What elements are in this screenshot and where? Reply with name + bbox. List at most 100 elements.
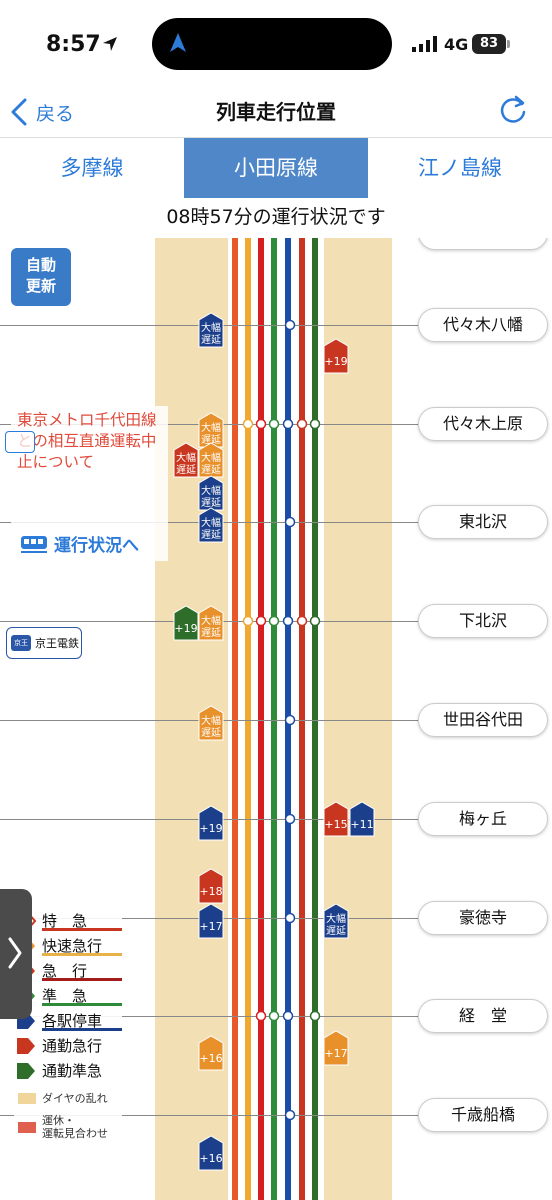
- train-marker-label: 遅延: [201, 497, 221, 509]
- train-marker[interactable]: +18: [198, 868, 224, 904]
- chevron-left-icon: [11, 98, 27, 126]
- train-marker[interactable]: 大幅遅延: [198, 442, 224, 478]
- back-button[interactable]: 戻る: [10, 94, 74, 130]
- train-marker[interactable]: +15: [323, 801, 349, 837]
- train-marker-label: +19: [174, 622, 197, 635]
- train-marker-label: 大幅: [201, 421, 221, 434]
- train-marker-label: 大幅: [201, 516, 221, 529]
- legend-underline: [42, 1028, 122, 1031]
- chevron-right-icon: [8, 937, 22, 969]
- train-marker-label: 大幅: [201, 484, 221, 497]
- status-bar: 8:57 4G 83: [0, 0, 552, 88]
- operation-status-link[interactable]: 運行状況へ: [20, 531, 139, 556]
- tab-odawara-line[interactable]: 小田原線: [184, 138, 368, 198]
- train-marker[interactable]: 大幅遅延: [198, 605, 224, 641]
- train-marker[interactable]: +19: [198, 805, 224, 841]
- keio-logo: 京王: [11, 635, 31, 651]
- battery-tip: [507, 40, 510, 48]
- legend-underline: [42, 1003, 122, 1006]
- train-marker-label: 大幅: [326, 912, 346, 925]
- keio-label: 京王電鉄: [35, 637, 79, 650]
- legend-suspended-label: 運休・ 運転見合わせ: [42, 1114, 108, 1140]
- train-marker[interactable]: 大幅遅延: [198, 705, 224, 741]
- train-icon: [21, 535, 47, 553]
- train-marker-label: +19: [324, 355, 347, 368]
- train-marker-label: 大幅: [201, 451, 221, 464]
- legend-underline: [42, 928, 122, 931]
- train-marker-label: 大幅: [201, 614, 221, 627]
- signal-icon: [412, 36, 437, 52]
- legend-suspended-line-2: 運転見合わせ: [42, 1127, 108, 1140]
- train-marker[interactable]: +17: [198, 903, 224, 939]
- auto-update-label-1: 自動: [25, 256, 56, 274]
- operation-status-text: 08時57分の運行状況です: [166, 206, 386, 228]
- tab-tama-line[interactable]: 多摩線: [0, 138, 184, 198]
- back-label: 戻る: [36, 102, 75, 125]
- legend-underline: [42, 978, 122, 981]
- train-marker-label: 遅延: [201, 627, 221, 639]
- train-marker[interactable]: 大幅遅延: [198, 312, 224, 348]
- train-marker[interactable]: +16: [198, 1135, 224, 1171]
- drawer-toggle[interactable]: [0, 889, 32, 1019]
- line-tabs: 多摩線 小田原線 江ノ島線: [0, 138, 552, 198]
- legend-commuter-express-icon: [17, 1037, 35, 1054]
- train-marker-label: +16: [199, 1052, 222, 1065]
- train-marker[interactable]: 大幅遅延: [198, 412, 224, 448]
- legend-item: ダイヤの乱れ: [14, 1086, 122, 1111]
- legend-underline: [42, 953, 122, 956]
- legend-item: 運休・ 運転見合わせ: [14, 1112, 122, 1142]
- legend-suspended-swatch: [18, 1121, 36, 1133]
- dynamic-island: [152, 18, 392, 70]
- keio-line-button[interactable]: 京王 京王電鉄: [6, 627, 82, 659]
- train-marker-label: +19: [199, 822, 222, 835]
- train-marker-label: 遅延: [176, 464, 196, 476]
- legend-label: 通勤急行: [42, 1037, 103, 1055]
- tab-enoshima-line[interactable]: 江ノ島線: [368, 138, 552, 198]
- train-marker[interactable]: +16: [198, 1035, 224, 1071]
- legend-item: 通勤急行: [14, 1033, 122, 1058]
- legend-disruption-label: ダイヤの乱れ: [42, 1092, 108, 1105]
- refresh-icon[interactable]: [496, 92, 530, 128]
- train-marker-label: +17: [199, 920, 222, 933]
- page-title: 列車走行位置: [216, 100, 336, 124]
- train-marker-label: 大幅: [201, 321, 221, 334]
- train-marker-label: +16: [199, 1152, 222, 1165]
- connecting-line-tag[interactable]: [5, 431, 35, 453]
- train-marker-label: +17: [324, 1047, 347, 1060]
- status-time: 8:57: [46, 32, 101, 57]
- train-marker[interactable]: 大幅遅延: [198, 507, 224, 543]
- train-marker[interactable]: +11: [349, 801, 375, 837]
- auto-update-button[interactable]: 自動 更新: [11, 248, 71, 306]
- battery-icon: 83: [472, 34, 506, 54]
- network-type: 4G: [444, 35, 469, 54]
- train-marker[interactable]: 大幅遅延: [173, 442, 199, 478]
- train-marker-label: 遅延: [201, 464, 221, 476]
- location-arrow-icon: [103, 37, 117, 51]
- train-position-map: 代々木八幡 代々木上原 東北沢 下北沢 世田谷代田 梅ヶ丘 豪徳寺 経 堂 千歳…: [0, 238, 552, 1200]
- legend-suspended-line-1: 運休・: [42, 1114, 75, 1127]
- train-marker-label: 遅延: [326, 925, 346, 937]
- legend-item: 通勤準急: [14, 1058, 122, 1083]
- auto-update-label-2: 更新: [25, 277, 56, 295]
- train-marker[interactable]: +19: [173, 605, 199, 641]
- train-marker-label: 遅延: [201, 334, 221, 346]
- operation-status-link-label: 運行状況へ: [54, 536, 139, 556]
- train-marker-label: +15: [324, 818, 347, 831]
- train-marker[interactable]: 大幅遅延: [323, 903, 349, 939]
- notice-text: 東京メトロ千代田線との相互直通運転中止について: [17, 411, 157, 471]
- train-marker[interactable]: +17: [323, 1030, 349, 1066]
- train-marker-label: 大幅: [201, 714, 221, 727]
- navigation-icon: [170, 33, 186, 52]
- legend-label: 通勤準急: [42, 1062, 103, 1080]
- nav-bar: 戻る 列車走行位置: [0, 88, 552, 138]
- train-marker-label: +11: [350, 818, 373, 831]
- train-marker[interactable]: +19: [323, 338, 349, 374]
- train-marker-label: 遅延: [201, 529, 221, 541]
- train-marker-label: +18: [199, 885, 222, 898]
- legend-commuter-semi-express-icon: [17, 1062, 35, 1079]
- train-marker[interactable]: 大幅遅延: [198, 475, 224, 511]
- train-marker-label: 遅延: [201, 727, 221, 739]
- legend-disruption-swatch: [18, 1093, 36, 1104]
- train-marker-label: 大幅: [176, 451, 196, 464]
- service-notice: 東京メトロ千代田線との相互直通運転中止について 運行状況へ: [11, 406, 168, 561]
